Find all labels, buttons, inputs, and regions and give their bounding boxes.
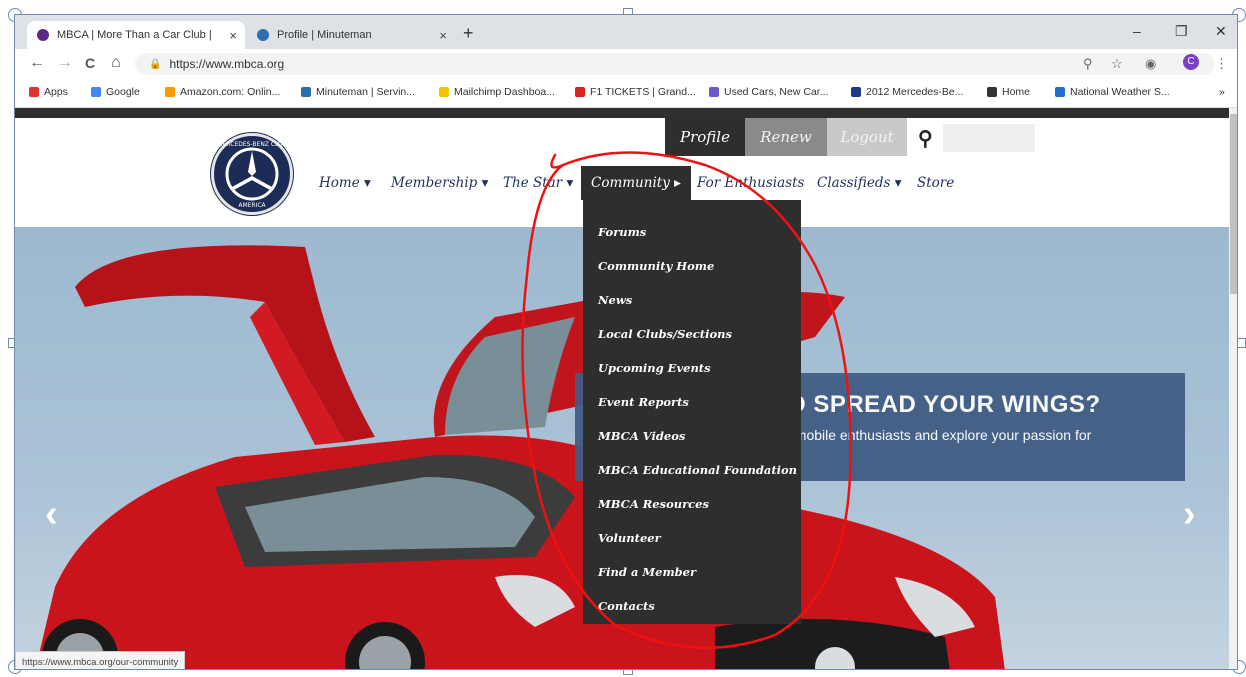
nav-membership[interactable]: Membership ▾ — [391, 166, 488, 200]
nav-home[interactable]: Home ▾ — [319, 166, 371, 200]
bookmark-label: Home — [1002, 86, 1031, 98]
hero-subtitle: omobile enthusiasts and explore your pas… — [787, 427, 1092, 443]
window-close-button[interactable]: ✕ — [1215, 23, 1227, 40]
slider-next-arrow[interactable]: › — [1183, 493, 1196, 536]
hero-title: O SPREAD YOUR WINGS? — [787, 391, 1101, 418]
address-bar[interactable]: 🔒 https://www.mbca.org — [135, 53, 1215, 75]
menu-item-community-home[interactable]: Community Home — [598, 259, 714, 273]
bookmark-label: Used Cars, New Car... — [724, 86, 829, 98]
logo-bottom-text: AMERICA — [238, 202, 266, 209]
web-page: Profile Renew Logout ⚲ MERCEDES-BENZ CLU… — [15, 108, 1229, 669]
page-scrollbar[interactable] — [1229, 108, 1237, 669]
bookmark-mailchimp[interactable]: Mailchimp Dashboa... — [439, 86, 555, 98]
bookmark-label: Apps — [44, 86, 68, 98]
bookmark-national-weather[interactable]: National Weather S... — [1055, 86, 1170, 98]
mercedes-icon — [851, 87, 861, 97]
nav-the-star[interactable]: The Star ▾ — [503, 166, 573, 200]
profile-button[interactable]: Profile — [665, 118, 745, 156]
back-button[interactable]: ← — [29, 54, 45, 72]
home-bookmark-icon — [987, 87, 997, 97]
menu-item-volunteer[interactable]: Volunteer — [598, 531, 661, 545]
menu-item-event-reports[interactable]: Event Reports — [598, 395, 689, 409]
screenshot-frame: MBCA | More Than a Car Club | × Profile … — [14, 14, 1238, 670]
mbca-favicon-icon — [37, 29, 49, 41]
minuteman-icon — [301, 87, 311, 97]
mailchimp-icon — [439, 87, 449, 97]
menu-item-local-clubs[interactable]: Local Clubs/Sections — [598, 327, 732, 341]
bookmark-label: Amazon.com: Onlin... — [180, 86, 281, 98]
bookmark-f1-tickets[interactable]: F1 TICKETS | Grand... — [575, 86, 696, 98]
bookmark-label: Google — [106, 86, 140, 98]
link-status-bar: https://www.mbca.org/our-community — [15, 651, 186, 669]
url-text: https://www.mbca.org — [169, 57, 285, 71]
bookmark-label: 2012 Mercedes-Be... — [866, 86, 964, 98]
main-nav: Home ▾ Membership ▾ The Star ▾ Community… — [15, 166, 1229, 200]
new-tab-button[interactable]: + — [463, 23, 474, 44]
menu-item-news[interactable]: News — [598, 293, 632, 307]
top-dark-bar — [15, 108, 1229, 118]
menu-icon[interactable]: ⋮ — [1215, 56, 1228, 72]
search-icon[interactable]: ⚲ — [918, 126, 933, 151]
minuteman-favicon-icon — [257, 29, 269, 41]
apps-grid-icon — [29, 87, 39, 97]
menu-item-find-a-member[interactable]: Find a Member — [598, 565, 696, 579]
f1-icon — [575, 87, 585, 97]
scrollbar-thumb[interactable] — [1230, 114, 1237, 294]
tab-title: Profile | Minuteman — [277, 29, 372, 41]
bookmark-label: Minuteman | Servin... — [316, 86, 416, 98]
bookmark-label: Mailchimp Dashboa... — [454, 86, 555, 98]
tab-mbca[interactable]: MBCA | More Than a Car Club | × — [27, 21, 245, 49]
cars-icon — [709, 87, 719, 97]
community-dropdown-menu: Forums Community Home News Local Clubs/S… — [583, 200, 801, 624]
minimize-button[interactable]: – — [1133, 23, 1141, 39]
bookmark-label: F1 TICKETS | Grand... — [590, 86, 696, 98]
amazon-icon — [165, 87, 175, 97]
bookmark-amazon[interactable]: Amazon.com: Onlin... — [165, 86, 280, 98]
renew-button[interactable]: Renew — [745, 118, 827, 156]
lock-icon: 🔒 — [149, 58, 162, 70]
extension-icon[interactable]: ◉ — [1145, 56, 1156, 72]
profile-icon[interactable]: C — [1183, 54, 1199, 70]
nav-classifieds[interactable]: Classifieds ▾ — [817, 166, 902, 200]
nav-community[interactable]: Community ▸ — [581, 166, 691, 200]
logout-button[interactable]: Logout — [827, 118, 907, 156]
bookmark-label: National Weather S... — [1070, 86, 1170, 98]
reload-button[interactable]: C — [85, 55, 95, 71]
bookmark-google[interactable]: Google — [91, 86, 140, 98]
tab-close-icon[interactable]: × — [229, 28, 237, 43]
forward-button[interactable]: → — [57, 54, 73, 72]
bookmark-used-cars[interactable]: Used Cars, New Car... — [709, 86, 828, 98]
logo-top-text: MERCEDES-BENZ CLUB — [217, 141, 286, 148]
bookmark-home[interactable]: Home — [987, 86, 1030, 98]
nav-for-enthusiasts[interactable]: For Enthusiasts — [697, 166, 804, 200]
menu-item-mbca-resources[interactable]: MBCA Resources — [598, 497, 709, 511]
menu-item-mbca-videos[interactable]: MBCA Videos — [598, 429, 685, 443]
tab-title: MBCA | More Than a Car Club | — [57, 29, 212, 41]
nav-store[interactable]: Store — [917, 166, 954, 200]
restore-button[interactable]: ❐ — [1175, 23, 1188, 40]
menu-item-upcoming-events[interactable]: Upcoming Events — [598, 361, 711, 375]
bookmarks-overflow-button[interactable]: » — [1219, 86, 1225, 98]
menu-item-forums[interactable]: Forums — [598, 225, 646, 239]
tab-close-icon[interactable]: × — [439, 28, 447, 43]
star-icon[interactable]: ☆ — [1111, 56, 1123, 72]
menu-item-educational-foundation[interactable]: MBCA Educational Foundation — [598, 463, 797, 477]
tab-minuteman[interactable]: Profile | Minuteman × — [247, 21, 455, 49]
google-icon — [91, 87, 101, 97]
bookmarks-bar: Apps Google Amazon.com: Onlin... Minutem… — [15, 79, 1237, 108]
slider-prev-arrow[interactable]: ‹ — [45, 493, 58, 536]
tab-strip: MBCA | More Than a Car Club | × Profile … — [15, 15, 1237, 49]
browser-toolbar: ← → C ⌂ 🔒 https://www.mbca.org ⚲ ☆ ◉ C ⋮ — [15, 49, 1237, 79]
zoom-icon[interactable]: ⚲ — [1083, 56, 1093, 72]
menu-item-contacts[interactable]: Contacts — [598, 599, 655, 613]
weather-icon — [1055, 87, 1065, 97]
home-button[interactable]: ⌂ — [111, 54, 121, 72]
bookmark-minuteman[interactable]: Minuteman | Servin... — [301, 86, 415, 98]
bookmark-2012-mercedes[interactable]: 2012 Mercedes-Be... — [851, 86, 963, 98]
bookmark-apps[interactable]: Apps — [29, 86, 68, 98]
search-input[interactable] — [943, 124, 1035, 152]
